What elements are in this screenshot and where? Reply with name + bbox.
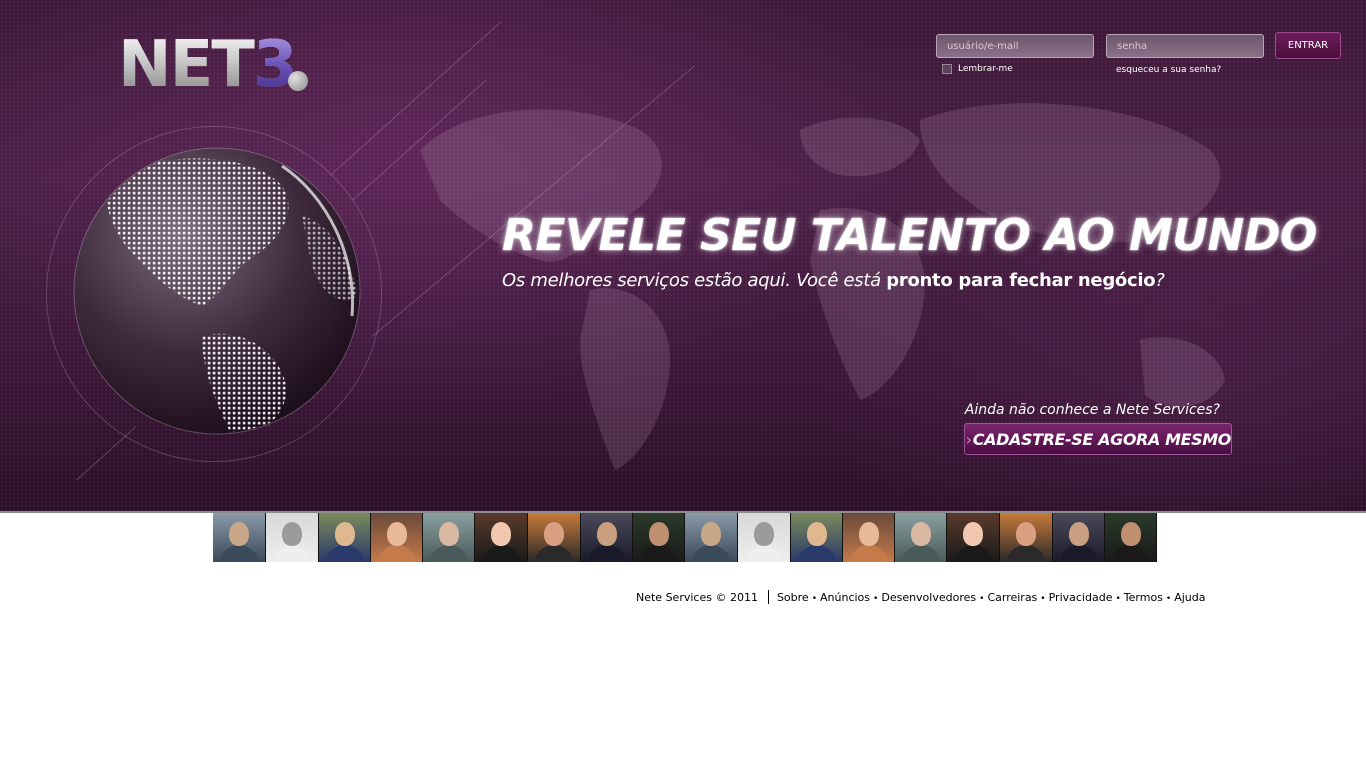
forgot-password-link[interactable]: esqueceu a sua senha?: [1116, 65, 1221, 75]
footer-bullet: •: [1165, 593, 1172, 604]
remember-checkbox[interactable]: [942, 64, 952, 74]
person-head: [1068, 522, 1089, 546]
person-head: [754, 522, 774, 546]
signup-button-label: CADASTRE-SE AGORA MESMO: [972, 429, 1232, 449]
remember-label: Lembrar-me: [958, 64, 1013, 74]
person-torso: [324, 545, 365, 562]
person-head: [1016, 522, 1036, 546]
photo-9: [633, 513, 685, 562]
footer-bullet: •: [979, 593, 985, 604]
footer-link-termos[interactable]: Termos: [1124, 591, 1163, 604]
hero-headline: REVELE SEU TALENTO AO MUNDO: [502, 210, 1317, 261]
username-input[interactable]: [936, 34, 1094, 58]
photo-13: [843, 513, 895, 562]
person-torso: [1058, 545, 1099, 562]
person-head: [858, 522, 879, 546]
person-torso: [691, 545, 731, 562]
person-torso: [1110, 545, 1151, 562]
footer-bullet: •: [811, 593, 818, 604]
person-head: [491, 522, 511, 546]
person-head: [229, 522, 249, 546]
globe-icon: [73, 147, 361, 435]
person-torso: [376, 545, 417, 562]
photo-10: [685, 513, 738, 562]
enter-button[interactable]: ENTRAR: [1275, 32, 1341, 59]
person-torso: [219, 545, 259, 562]
footer-link-anuncios[interactable]: Anúncios: [820, 591, 870, 604]
footer-links: Sobre • Anúncios • Desenvolvedores • Carreiras…: [777, 591, 1206, 604]
person-torso: [1006, 545, 1046, 562]
footer-link-carreiras[interactable]: Carreiras: [987, 591, 1037, 604]
photo-18: [1105, 513, 1157, 562]
photo-12: [791, 513, 843, 562]
person-torso: [534, 545, 574, 562]
person-head: [648, 522, 669, 546]
person-head: [544, 522, 564, 546]
footer-bullet: •: [1040, 593, 1046, 604]
password-input[interactable]: [1106, 34, 1264, 58]
hero-banner: NET3 ENTRAR Lembrar-me esquec: [0, 0, 1366, 513]
person-torso: [428, 545, 469, 562]
photo-8: [581, 513, 633, 562]
photo-11: [738, 513, 791, 562]
person-head: [963, 522, 983, 546]
photo-7: [528, 513, 581, 562]
photo-15: [947, 513, 1000, 562]
footer-separator: [767, 590, 769, 604]
net3-logo[interactable]: NET3: [118, 30, 318, 100]
person-head: [282, 522, 302, 546]
photo-17: [1053, 513, 1105, 562]
footer-link-ajuda[interactable]: Ajuda: [1174, 591, 1205, 604]
person-head: [438, 522, 459, 546]
person-torso: [481, 545, 521, 562]
person-head: [596, 522, 617, 546]
person-torso: [900, 545, 941, 562]
photo-6: [475, 513, 528, 562]
photo-16: [1000, 513, 1053, 562]
remember-me[interactable]: Lembrar-me: [942, 64, 1013, 74]
logo-dot: [288, 71, 308, 91]
photo-3: [319, 513, 371, 562]
signup-button[interactable]: › CADASTRE-SE AGORA MESMO: [964, 423, 1232, 455]
person-head: [806, 522, 827, 546]
footer-bullet: •: [1115, 593, 1121, 604]
photo-strip: [213, 513, 1157, 562]
photo-4: [371, 513, 423, 562]
chevron-right-icon: ›: [965, 429, 973, 449]
person-torso: [272, 545, 312, 562]
footer-bullet: •: [873, 593, 879, 604]
person-torso: [848, 545, 889, 562]
person-head: [910, 522, 931, 546]
footer: Nete Services © 2011 Sobre • Anúncios • Dese…: [636, 590, 1206, 604]
hero-subline: Os melhores serviços estão aqui. Você es…: [502, 270, 1165, 291]
person-head: [386, 522, 407, 546]
person-torso: [796, 545, 837, 562]
photo-2: [266, 513, 319, 562]
person-head: [701, 522, 721, 546]
footer-copyright: Nete Services © 2011: [636, 590, 758, 604]
person-torso: [744, 545, 784, 562]
footer-link-sobre[interactable]: Sobre: [777, 591, 809, 604]
logo-wordmark: NET3: [118, 28, 298, 102]
footer-link-privacidade[interactable]: Privacidade: [1049, 591, 1113, 604]
photo-5: [423, 513, 475, 562]
photo-1: [213, 513, 266, 562]
photo-14: [895, 513, 947, 562]
person-torso: [638, 545, 679, 562]
person-torso: [953, 545, 993, 562]
cta-question: Ainda não conhece a Nete Services?: [964, 402, 1220, 418]
person-head: [1120, 522, 1141, 546]
footer-link-desenvolvedores[interactable]: Desenvolvedores: [881, 591, 976, 604]
person-head: [334, 522, 355, 546]
person-torso: [586, 545, 627, 562]
